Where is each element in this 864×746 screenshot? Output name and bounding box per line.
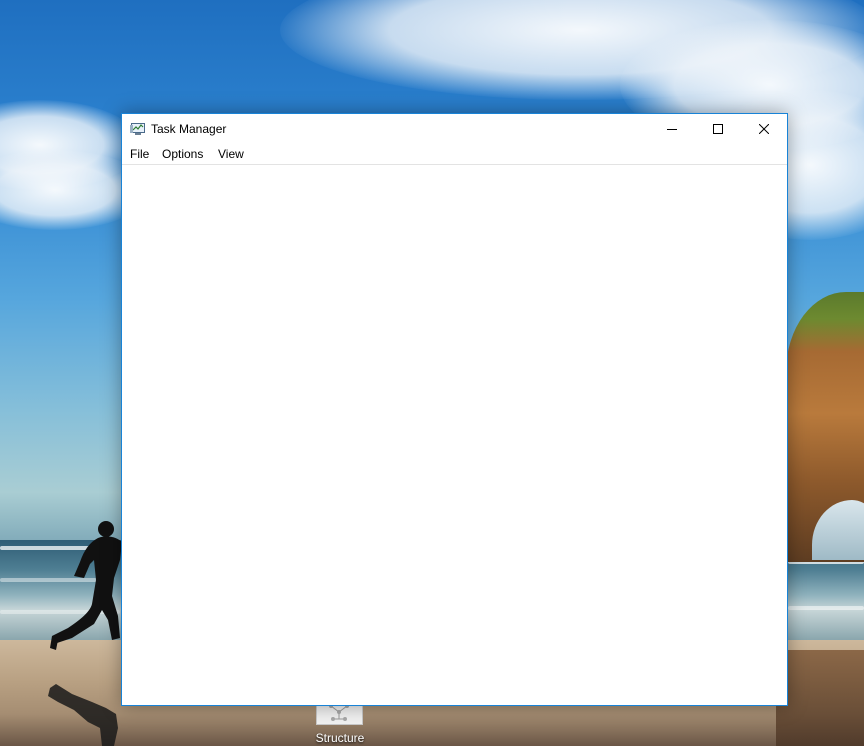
minimize-icon xyxy=(667,129,677,130)
runner-reflection xyxy=(48,684,118,746)
maximize-icon xyxy=(713,124,723,134)
window-content-area xyxy=(122,165,787,705)
close-icon xyxy=(759,124,769,134)
title-bar[interactable]: Task Manager xyxy=(122,114,787,144)
task-manager-window[interactable]: Task Manager File Options View xyxy=(121,113,788,706)
desktop-background: Structure Task Manager File Options View xyxy=(0,0,864,746)
runner-silhouette xyxy=(50,521,122,650)
menu-view[interactable]: View xyxy=(217,146,245,162)
close-button[interactable] xyxy=(741,114,787,144)
rock-reflection xyxy=(776,650,864,746)
task-manager-icon xyxy=(130,123,145,135)
desktop-icon-label: Structure xyxy=(315,731,365,745)
menu-bar: File Options View xyxy=(122,144,787,165)
minimize-button[interactable] xyxy=(649,114,695,144)
wave xyxy=(788,606,864,610)
desktop-icon-structure[interactable]: Structure xyxy=(309,702,371,746)
window-title: Task Manager xyxy=(151,122,227,136)
maximize-button[interactable] xyxy=(695,114,741,144)
menu-options[interactable]: Options xyxy=(161,146,204,162)
menu-file[interactable]: File xyxy=(129,146,150,162)
